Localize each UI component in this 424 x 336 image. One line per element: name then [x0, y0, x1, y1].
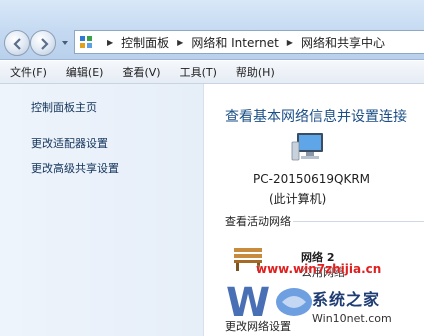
page-title: 查看基本网络信息并设置连接: [225, 109, 407, 125]
chevron-right-icon[interactable]: ▶: [107, 38, 113, 47]
menu-view[interactable]: 查看(V): [116, 64, 166, 80]
watermark-brand-url: Win10net.com: [312, 312, 392, 325]
recent-pages-dropdown-icon[interactable]: [60, 38, 70, 48]
menu-help[interactable]: 帮助(H): [230, 64, 281, 80]
arrow-right-icon: [41, 38, 49, 50]
arrow-left-icon: [13, 38, 21, 50]
chevron-right-icon[interactable]: ▶: [287, 38, 293, 47]
left-task-pane: 控制面板主页 更改适配器设置 更改高级共享设置: [0, 84, 204, 336]
watermark-logo-icon: W: [226, 280, 312, 324]
computer-icon: [291, 133, 323, 161]
section-divider: [293, 221, 424, 222]
link-change-advanced-sharing[interactable]: 更改高级共享设置: [31, 160, 119, 176]
breadcrumb-network-sharing-center[interactable]: 网络和共享中心: [301, 34, 385, 51]
menu-edit[interactable]: 编辑(E): [60, 64, 110, 80]
watermark-brand-name: 系统之家: [312, 290, 381, 309]
link-control-panel-home[interactable]: 控制面板主页: [31, 99, 97, 115]
menu-file[interactable]: 文件(F): [4, 64, 53, 80]
back-button[interactable]: [4, 30, 30, 56]
control-panel-icon: [80, 36, 92, 48]
breadcrumb-network-internet[interactable]: 网络和 Internet: [191, 34, 278, 51]
window-titlebar: ▶ 控制面板 ▶ 网络和 Internet ▶ 网络和共享中心: [0, 0, 424, 60]
address-bar[interactable]: ▶ 控制面板 ▶ 网络和 Internet ▶ 网络和共享中心: [74, 30, 424, 54]
menu-tools[interactable]: 工具(T): [174, 64, 223, 80]
link-change-adapter-settings[interactable]: 更改适配器设置: [31, 135, 108, 151]
svg-text:W: W: [226, 280, 270, 324]
breadcrumb-control-panel[interactable]: 控制面板: [121, 34, 169, 51]
computer-name: PC-20150619QKRM: [253, 172, 371, 186]
computer-subtitle: (此计算机): [269, 192, 327, 206]
watermark-brand: 系统之家 Win10net.com: [312, 286, 392, 325]
chevron-right-icon[interactable]: ▶: [177, 38, 183, 47]
active-networks-heading: 查看活动网络: [225, 215, 291, 228]
menu-bar: 文件(F) 编辑(E) 查看(V) 工具(T) 帮助(H): [0, 61, 424, 84]
forward-button[interactable]: [30, 30, 56, 56]
